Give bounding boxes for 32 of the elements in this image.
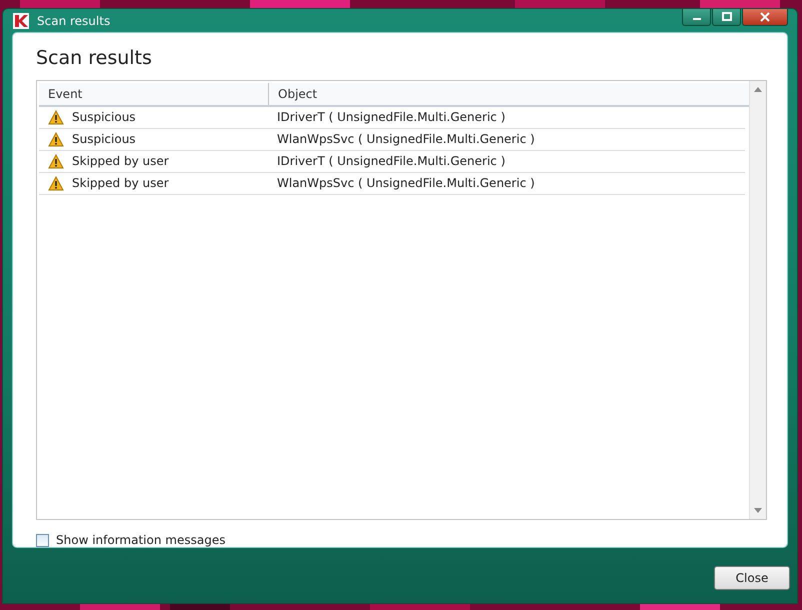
event-text: Skipped by user (72, 176, 169, 190)
table-row[interactable]: Skipped by user WlanWpsSvc ( UnsignedFile.Multi.Generic ) (39, 172, 745, 195)
table-row[interactable]: Suspicious WlanWpsSvc ( UnsignedFile.Multi.Generic ) (39, 128, 745, 151)
checkbox[interactable] (36, 534, 49, 546)
maximize-icon (722, 12, 732, 22)
object-text: IDriverT ( UnsignedFile.Multi.Generic ) (277, 110, 506, 124)
close-button[interactable] (742, 9, 788, 26)
close-dialog-button[interactable]: Close (714, 566, 790, 590)
minimize-button[interactable] (682, 9, 711, 26)
column-header[interactable]: Event (39, 82, 269, 105)
object-text: IDriverT ( UnsignedFile.Multi.Generic ) (277, 154, 506, 168)
warning-icon (48, 154, 64, 169)
warning-icon (48, 110, 64, 125)
event-text: Suspicious (72, 110, 136, 124)
scroll-up-icon[interactable] (754, 86, 762, 92)
table-row[interactable]: Skipped by user IDriverT ( UnsignedFile.Multi.Generic ) (39, 150, 745, 173)
app-logo-icon (13, 12, 29, 28)
event-text: Skipped by user (72, 154, 169, 168)
table-row[interactable]: Suspicious IDriverT ( UnsignedFile.Multi.Generic ) (39, 106, 745, 129)
scrollbar[interactable] (749, 80, 766, 519)
event-text: Suspicious (72, 132, 136, 146)
maximize-button[interactable] (712, 9, 741, 26)
warning-icon (48, 132, 64, 147)
column-header[interactable]: Object (269, 82, 318, 105)
window-title: Scan results (37, 14, 110, 28)
page-heading: Scan results (36, 47, 153, 71)
object-text: WlanWpsSvc ( UnsignedFile.Multi.Generic ) (277, 176, 535, 190)
close-icon (760, 12, 770, 22)
object-text: WlanWpsSvc ( UnsignedFile.Multi.Generic ) (277, 132, 535, 146)
checkbox-label[interactable]: Show information messages (56, 533, 226, 547)
warning-icon (48, 176, 64, 191)
scroll-down-icon[interactable] (754, 508, 762, 513)
